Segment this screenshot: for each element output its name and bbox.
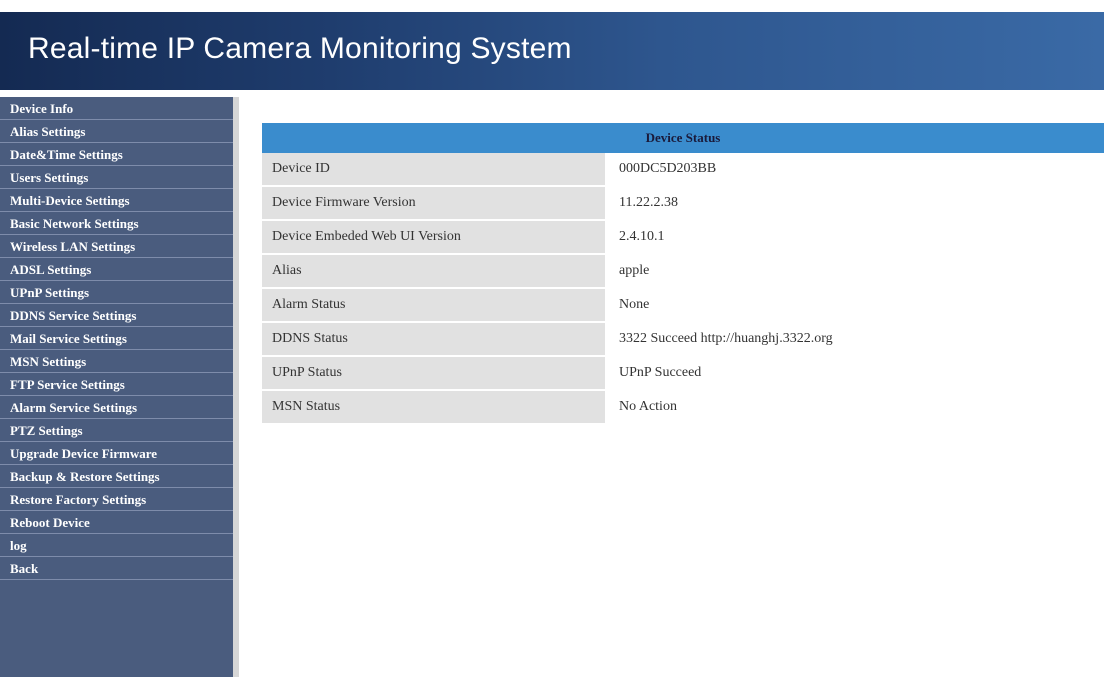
top-border xyxy=(0,0,1104,12)
sidebar-item-basic-network-settings[interactable]: Basic Network Settings xyxy=(0,212,233,235)
row-value: 000DC5D203BB xyxy=(608,153,1104,187)
table-row: Device Firmware Version 11.22.2.38 xyxy=(262,186,1104,221)
table-title: Device Status xyxy=(262,123,1104,153)
sidebar-item-backup-restore-settings[interactable]: Backup & Restore Settings xyxy=(0,465,233,488)
sidebar-divider xyxy=(233,97,239,677)
device-status-table: Device Status Device ID 000DC5D203BB Dev… xyxy=(262,123,1104,425)
sidebar-item-date-time-settings[interactable]: Date&Time Settings xyxy=(0,143,233,166)
row-label: Device ID xyxy=(262,153,611,187)
sidebar-item-alarm-service-settings[interactable]: Alarm Service Settings xyxy=(0,396,233,419)
sidebar-item-log[interactable]: log xyxy=(0,534,233,557)
main-content: Device Status Device ID 000DC5D203BB Dev… xyxy=(262,123,1104,425)
row-label: Device Firmware Version xyxy=(262,186,611,221)
sidebar-item-alias-settings[interactable]: Alias Settings xyxy=(0,120,233,143)
sidebar-item-adsl-settings[interactable]: ADSL Settings xyxy=(0,258,233,281)
row-label: Device Embeded Web UI Version xyxy=(262,220,611,255)
row-label: Alias xyxy=(262,254,611,289)
sidebar-item-mail-service-settings[interactable]: Mail Service Settings xyxy=(0,327,233,350)
row-label: Alarm Status xyxy=(262,288,611,323)
sidebar-item-users-settings[interactable]: Users Settings xyxy=(0,166,233,189)
sidebar-menu: Device Info Alias Settings Date&Time Set… xyxy=(0,97,233,580)
sidebar-item-ddns-service-settings[interactable]: DDNS Service Settings xyxy=(0,304,233,327)
row-value: No Action xyxy=(608,390,1104,425)
table-row: MSN Status No Action xyxy=(262,390,1104,425)
table-row: Alias apple xyxy=(262,254,1104,289)
row-value: 3322 Succeed http://huanghj.3322.org xyxy=(608,322,1104,357)
sidebar-item-reboot-device[interactable]: Reboot Device xyxy=(0,511,233,534)
table-header-row: Device Status xyxy=(262,123,1104,153)
table-row: DDNS Status 3322 Succeed http://huanghj.… xyxy=(262,322,1104,357)
sidebar-nav: Device Info Alias Settings Date&Time Set… xyxy=(0,97,233,677)
sidebar-item-msn-settings[interactable]: MSN Settings xyxy=(0,350,233,373)
app-header: Real-time IP Camera Monitoring System xyxy=(0,12,1104,90)
sidebar-item-upnp-settings[interactable]: UPnP Settings xyxy=(0,281,233,304)
row-value: 11.22.2.38 xyxy=(608,186,1104,221)
table-row: Device ID 000DC5D203BB xyxy=(262,153,1104,187)
row-value: 2.4.10.1 xyxy=(608,220,1104,255)
row-value: UPnP Succeed xyxy=(608,356,1104,391)
table-row: Alarm Status None xyxy=(262,288,1104,323)
table-row: Device Embeded Web UI Version 2.4.10.1 xyxy=(262,220,1104,255)
row-value: None xyxy=(608,288,1104,323)
sidebar-item-upgrade-device-firmware[interactable]: Upgrade Device Firmware xyxy=(0,442,233,465)
app-title: Real-time IP Camera Monitoring System xyxy=(28,32,572,65)
sidebar-item-back[interactable]: Back xyxy=(0,557,233,580)
table-row: UPnP Status UPnP Succeed xyxy=(262,356,1104,391)
sidebar-item-restore-factory-settings[interactable]: Restore Factory Settings xyxy=(0,488,233,511)
row-label: DDNS Status xyxy=(262,322,611,357)
sidebar-item-multi-device-settings[interactable]: Multi-Device Settings xyxy=(0,189,233,212)
row-label: UPnP Status xyxy=(262,356,611,391)
row-label: MSN Status xyxy=(262,390,611,425)
sidebar-item-ftp-service-settings[interactable]: FTP Service Settings xyxy=(0,373,233,396)
row-value: apple xyxy=(608,254,1104,289)
sidebar-item-ptz-settings[interactable]: PTZ Settings xyxy=(0,419,233,442)
sidebar-item-wireless-lan-settings[interactable]: Wireless LAN Settings xyxy=(0,235,233,258)
sidebar-item-device-info[interactable]: Device Info xyxy=(0,97,233,120)
